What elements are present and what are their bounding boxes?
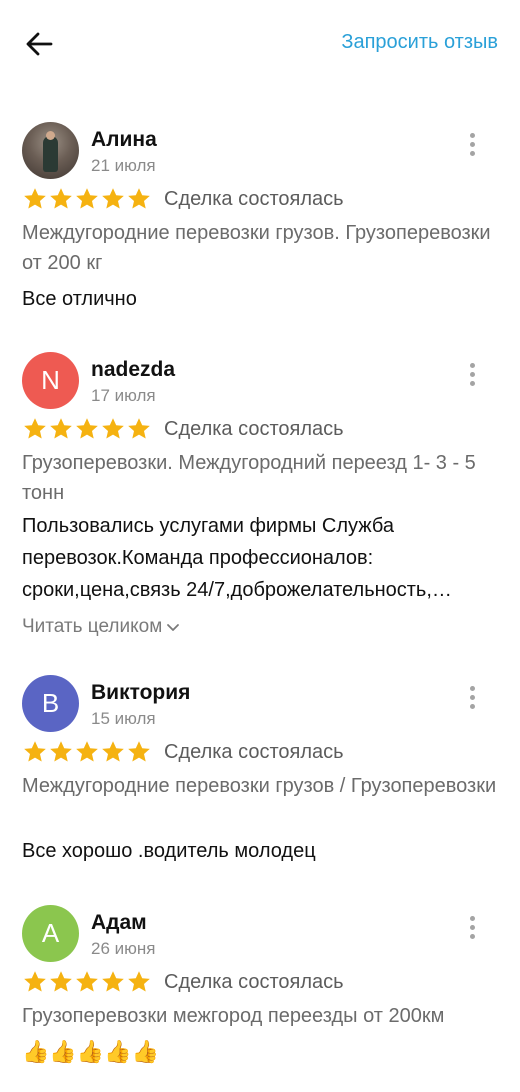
- rating-row: Сделка состоялась: [22, 184, 344, 214]
- star-icon: [24, 188, 46, 209]
- star-icon: [76, 418, 98, 439]
- avatar[interactable]: N: [22, 352, 79, 409]
- rating-stars: [22, 739, 152, 765]
- reviewer-name[interactable]: nadezda: [91, 358, 175, 382]
- review-card: А Адам 26 июня Сделка состоялась Грузопе…: [0, 905, 520, 1092]
- deal-status: Сделка состоялась: [164, 970, 344, 993]
- avatar[interactable]: А: [22, 905, 79, 962]
- chevron-down-icon: [167, 624, 180, 631]
- star-icon: [24, 971, 46, 992]
- review-date: 15 июля: [91, 709, 156, 728]
- more-dot: [469, 694, 475, 700]
- avatar-head: [46, 131, 55, 140]
- avatar[interactable]: В: [22, 675, 79, 732]
- star-icon: [128, 971, 150, 992]
- more-dot: [469, 371, 475, 377]
- service-name[interactable]: Междугородние перевозки грузов / Грузопе…: [22, 771, 497, 801]
- review-text: Все хорошо .водитель молодец: [22, 840, 316, 862]
- star-icon: [24, 741, 46, 762]
- read-more-label: Читать целиком: [22, 616, 163, 637]
- star-icon: [76, 741, 98, 762]
- more-options-button[interactable]: [460, 130, 484, 158]
- review-date: 26 июня: [91, 939, 156, 958]
- review-card: В Виктория 15 июля Сделка состоялась Меж…: [0, 675, 520, 875]
- more-options-button[interactable]: [460, 913, 484, 941]
- star-icon: [128, 188, 150, 209]
- rating-row: Сделка состоялась: [22, 414, 344, 444]
- review-text: Пользовались услугами фирмы Служба перев…: [22, 515, 452, 601]
- service-name[interactable]: Грузоперевозки межгород переезды от 200к…: [22, 1001, 497, 1031]
- more-dot: [469, 362, 475, 368]
- more-dot: [469, 915, 475, 921]
- rating-stars: [22, 416, 152, 442]
- star-icon: [102, 418, 124, 439]
- more-dot: [469, 933, 475, 939]
- star-icon: [128, 741, 150, 762]
- review-card: Алина 21 июля Сделка состоялась Междугор…: [0, 122, 520, 322]
- more-dot: [469, 924, 475, 930]
- review-card: N nadezda 17 июля Сделка состоялась Груз…: [0, 352, 520, 652]
- more-options-button[interactable]: [460, 360, 484, 388]
- review-date: 21 июля: [91, 156, 156, 175]
- star-icon: [128, 418, 150, 439]
- service-name[interactable]: Грузоперевозки. Междугородний переезд 1-…: [22, 448, 497, 508]
- star-icon: [50, 418, 72, 439]
- review-text: 👍👍👍👍👍: [22, 1039, 159, 1064]
- more-dot: [469, 703, 475, 709]
- more-dot: [469, 685, 475, 691]
- more-dot: [469, 380, 475, 386]
- reviewer-name[interactable]: Адам: [91, 911, 147, 935]
- avatar-letter: А: [41, 918, 60, 948]
- star-icon: [102, 741, 124, 762]
- star-icon: [102, 971, 124, 992]
- back-button[interactable]: [18, 24, 60, 64]
- deal-status: Сделка состоялась: [164, 740, 344, 763]
- rating-stars: [22, 186, 152, 212]
- request-review-link[interactable]: Запросить отзыв: [341, 31, 498, 54]
- service-name[interactable]: Междугородние перевозки грузов. Грузопер…: [22, 218, 497, 278]
- star-icon: [50, 741, 72, 762]
- reviewer-name[interactable]: Виктория: [91, 681, 190, 705]
- reviewer-name[interactable]: Алина: [91, 128, 157, 152]
- more-dot: [469, 141, 475, 147]
- avatar-letter: N: [41, 365, 60, 395]
- star-icon: [76, 971, 98, 992]
- avatar-letter: В: [41, 688, 60, 718]
- deal-status: Сделка состоялась: [164, 417, 344, 440]
- top-bar: Запросить отзыв: [0, 0, 520, 88]
- rating-row: Сделка состоялась: [22, 967, 344, 997]
- review-text: Все отлично: [22, 288, 137, 310]
- star-icon: [24, 418, 46, 439]
- read-more-link[interactable]: Читать целиком: [22, 616, 180, 638]
- avatar[interactable]: [22, 122, 79, 179]
- more-dot: [469, 150, 475, 156]
- review-date: 17 июля: [91, 386, 156, 405]
- more-options-button[interactable]: [460, 683, 484, 711]
- star-icon: [102, 188, 124, 209]
- deal-status: Сделка состоялась: [164, 187, 344, 210]
- rating-stars: [22, 969, 152, 995]
- avatar-figure: [43, 136, 58, 172]
- rating-row: Сделка состоялась: [22, 737, 344, 767]
- more-dot: [469, 132, 475, 138]
- arrow-left-icon: [26, 32, 53, 56]
- star-icon: [50, 971, 72, 992]
- star-icon: [76, 188, 98, 209]
- star-icon: [50, 188, 72, 209]
